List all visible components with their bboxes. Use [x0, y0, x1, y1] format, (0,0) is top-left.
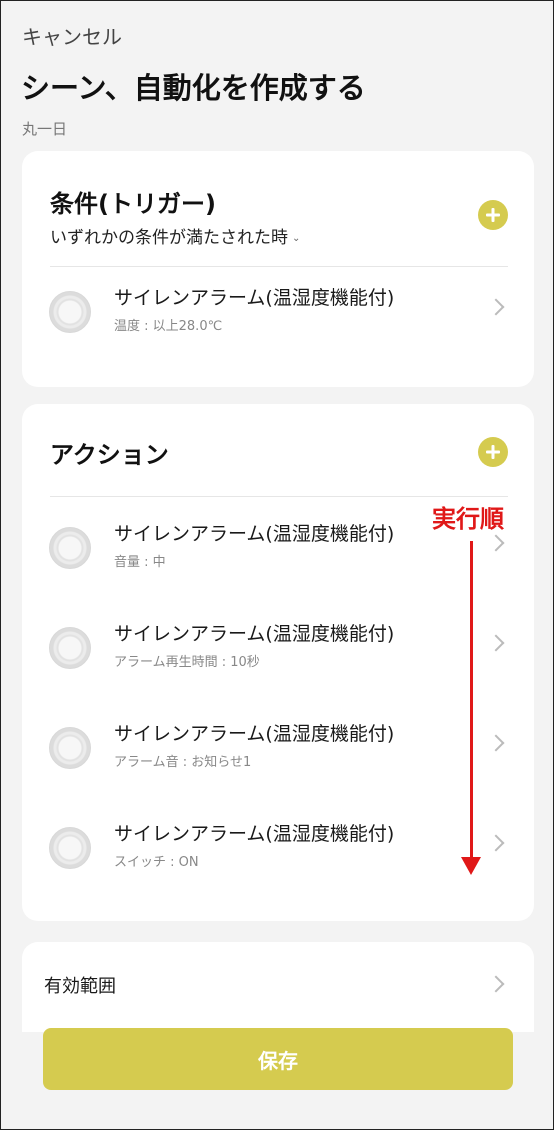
annotation-arrow-line	[470, 541, 473, 859]
chevron-right-icon	[487, 734, 505, 752]
chevron-right-icon	[487, 975, 505, 993]
page-title: シーン、自動化を作成する	[21, 71, 366, 105]
chevron-right-icon	[487, 534, 505, 552]
condition-device-name: サイレンアラーム(温湿度機能付)	[114, 287, 395, 309]
action-row[interactable]: サイレンアラーム(温湿度機能付) アラーム再生時間 : 10秒	[22, 607, 534, 687]
action-device-name: サイレンアラーム(温湿度機能付)	[114, 523, 395, 545]
siren-device-icon	[49, 527, 91, 569]
action-row[interactable]: サイレンアラーム(温湿度機能付) スイッチ : ON	[22, 807, 534, 887]
action-detail: アラーム再生時間 : 10秒	[114, 655, 260, 670]
schedule-subtitle: 丸一日	[22, 120, 68, 138]
siren-device-icon	[49, 291, 91, 333]
chevron-right-icon	[487, 834, 505, 852]
condition-match-dropdown[interactable]: いずれかの条件が満たされた時 ⌄	[50, 223, 300, 248]
condition-match-label: いずれかの条件が満たされた時	[50, 228, 288, 248]
divider	[50, 266, 508, 267]
siren-device-icon	[49, 727, 91, 769]
cancel-button[interactable]: キャンセル	[22, 21, 122, 50]
action-detail: スイッチ : ON	[114, 855, 199, 870]
conditions-card: 条件(トリガー) いずれかの条件が満たされた時 ⌄ サイレンアラーム(温湿度機能付…	[22, 151, 534, 387]
action-detail: アラーム音 : お知らせ1	[114, 755, 252, 770]
scope-label: 有効範囲	[44, 976, 116, 997]
siren-device-icon	[49, 827, 91, 869]
add-action-button[interactable]	[478, 437, 508, 467]
action-detail: 音量 : 中	[114, 555, 166, 570]
action-device-name: サイレンアラーム(温湿度機能付)	[114, 723, 395, 745]
condition-row[interactable]: サイレンアラーム(温湿度機能付) 温度 : 以上28.0℃	[22, 271, 534, 351]
actions-heading: アクション	[50, 441, 169, 469]
save-button[interactable]: 保存	[43, 1028, 513, 1090]
siren-device-icon	[49, 627, 91, 669]
condition-detail: 温度 : 以上28.0℃	[114, 319, 223, 334]
divider	[50, 496, 508, 497]
scope-row[interactable]: 有効範囲	[22, 942, 534, 1032]
execution-order-annotation: 実行順	[432, 505, 504, 533]
actions-card: アクション サイレンアラーム(温湿度機能付) 音量 : 中 サイレンアラーム(温…	[22, 404, 534, 921]
action-device-name: サイレンアラーム(温湿度機能付)	[114, 823, 395, 845]
chevron-right-icon	[487, 298, 505, 316]
action-device-name: サイレンアラーム(温湿度機能付)	[114, 623, 395, 645]
arrow-down-icon	[461, 857, 481, 875]
add-condition-button[interactable]	[478, 200, 508, 230]
conditions-heading: 条件(トリガー)	[50, 190, 216, 218]
chevron-down-icon: ⌄	[292, 232, 301, 244]
chevron-right-icon	[487, 634, 505, 652]
action-row[interactable]: サイレンアラーム(温湿度機能付) アラーム音 : お知らせ1	[22, 707, 534, 787]
